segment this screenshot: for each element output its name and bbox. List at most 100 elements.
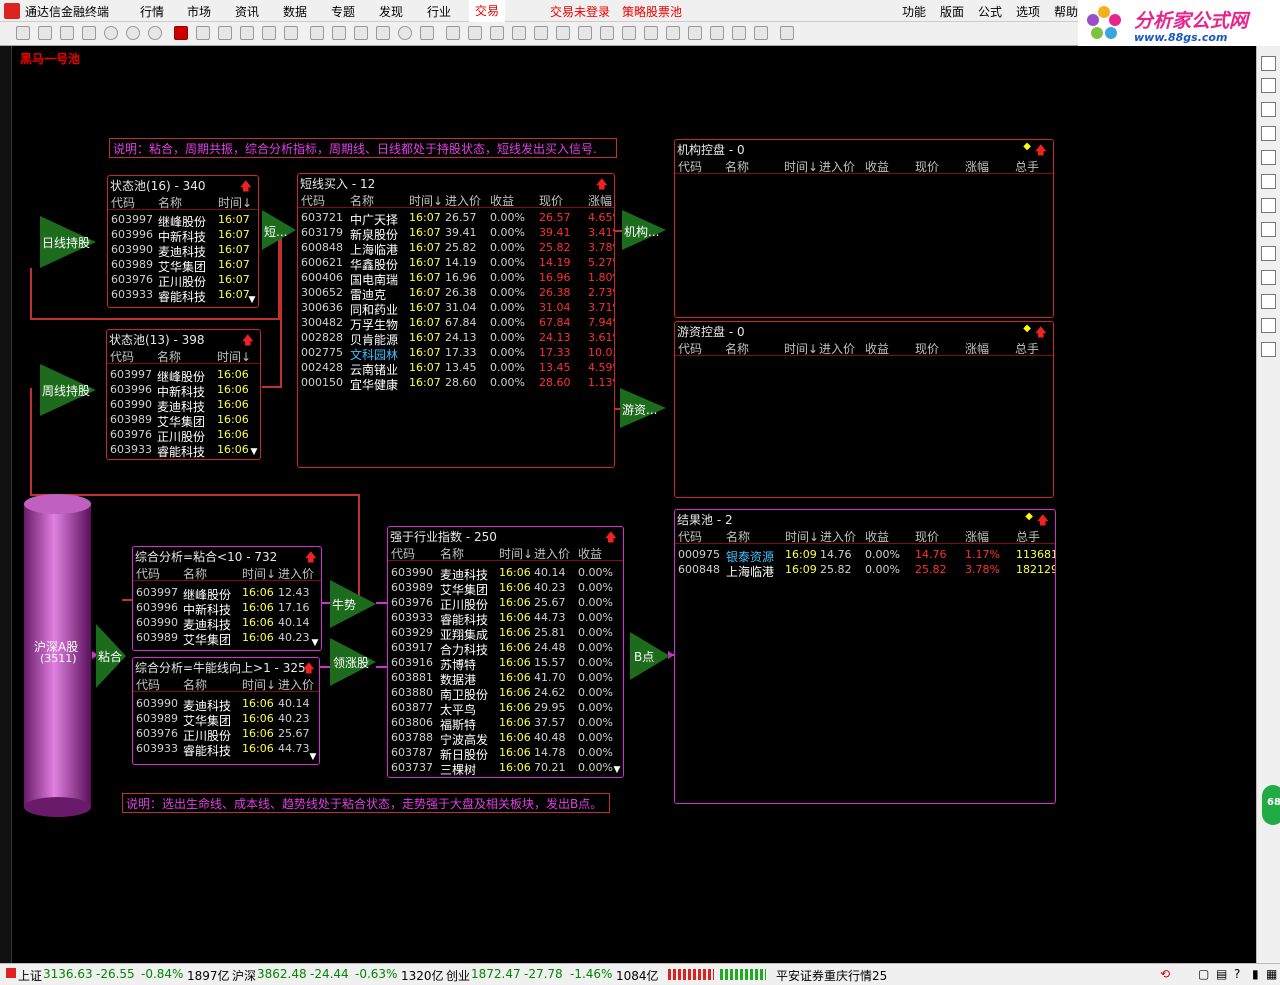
col-entry-price[interactable]: 进入价 [820, 528, 856, 545]
col-entry-price[interactable]: 进入价 [278, 565, 314, 582]
table-row[interactable]: 603976 正川股份 16:06 [107, 428, 260, 444]
tool-copy-icon[interactable] [446, 26, 460, 40]
table-row[interactable]: 300482万孚生物16:0767.840.00%67.847.94% [298, 316, 614, 332]
col-code[interactable]: 代码 [678, 528, 702, 545]
table-row[interactable]: 603880 南卫股份 16:06 24.62 0.00% [388, 686, 623, 702]
table-row[interactable]: 600848 上海临港 16:09 25.82 0.00% 25.82 3.78% 18212… [675, 563, 1055, 579]
side-list-icon[interactable] [1261, 102, 1276, 117]
col-code[interactable]: 代码 [136, 565, 160, 582]
tool-align-left-icon[interactable] [556, 26, 570, 40]
menu-function[interactable]: 功能 [902, 3, 926, 20]
table-row[interactable]: 603877 太平鸟 16:06 29.95 0.00% [388, 701, 623, 717]
table-row[interactable]: 603976 正川股份 16:06 25.67 [133, 727, 319, 743]
table-row[interactable]: 603989 艾华集团 16:06 40.23 [133, 631, 321, 647]
notification-badge[interactable]: 68 [1262, 785, 1280, 825]
menu-trade[interactable]: 交易 [469, 0, 506, 22]
table-row[interactable]: 603787 新日股份 16:06 14.78 0.00% [388, 746, 623, 762]
diamond-icon[interactable]: ◆ [1023, 323, 1031, 334]
tool-distribute-v-icon[interactable] [710, 26, 724, 40]
col-change[interactable]: 涨幅 [965, 528, 989, 545]
table-row[interactable]: 600848上海临港16:0725.820.00%25.823.78% [298, 241, 614, 257]
col-time[interactable]: 时间↓ [785, 528, 819, 545]
col-time[interactable]: 时间↓ [784, 340, 818, 357]
hs-label[interactable]: 沪深 [232, 967, 256, 984]
table-row[interactable]: 603917 合力科技 16:06 24.48 0.00% [388, 641, 623, 657]
table-row[interactable]: 000975 银泰资源 16:09 14.76 0.00% 14.76 1.17% 11368… [675, 548, 1055, 564]
tool-same-width-icon[interactable] [732, 26, 746, 40]
side-grid-icon[interactable] [1261, 126, 1276, 141]
tool-linewidth-icon[interactable] [534, 26, 548, 40]
col-entry-price[interactable]: 进入价 [534, 545, 570, 562]
col-price[interactable]: 现价 [915, 528, 939, 545]
tool-pointer-icon[interactable] [174, 26, 188, 40]
tool-diamond-icon[interactable] [420, 26, 434, 40]
col-entry-price[interactable]: 进入价 [445, 192, 481, 209]
table-row[interactable]: 603990 麦迪科技 16:06 40.14 [133, 616, 321, 632]
col-name[interactable]: 名称 [725, 158, 749, 175]
panel-composite-bull[interactable]: 综合分析=牛能线向上>1 - 325 🡅 代码 名称 时间↓ 进入价 ▼ 603… [132, 657, 320, 765]
menu-quotes[interactable]: 行情 [140, 3, 164, 20]
table-row[interactable]: 002775文科园林16:0717.330.00%17.3310.03% [298, 346, 614, 362]
panel-short-buy[interactable]: 短线买入 - 12 🡅 代码 名称 时间↓ 进入价 收益 现价 涨幅 60372… [297, 173, 615, 468]
col-time[interactable]: 时间↓ [409, 192, 443, 209]
tool-pause-icon[interactable] [126, 26, 140, 40]
table-row[interactable]: 603989 艾华集团 16:06 40.23 [133, 712, 319, 728]
col-change[interactable]: 涨幅 [965, 340, 989, 357]
table-row[interactable]: 300652雷迪克16:0726.380.00%26.382.73% [298, 286, 614, 302]
col-name[interactable]: 名称 [725, 340, 749, 357]
broker-name[interactable]: 平安证券重庆行情25 [776, 967, 887, 984]
side-download-icon[interactable] [1261, 78, 1276, 93]
menu-discover[interactable]: 发现 [379, 3, 403, 20]
table-row[interactable]: 603997 继峰股份 16:06 12.43 [133, 586, 321, 602]
side-settings-icon[interactable] [1261, 342, 1276, 357]
table-row[interactable]: 603989 艾华集团 16:06 [107, 413, 260, 429]
side-fund-icon[interactable] [1261, 270, 1276, 285]
col-profit[interactable]: 收益 [865, 340, 889, 357]
tool-distribute-h-icon[interactable] [688, 26, 702, 40]
cy-label[interactable]: 创业 [446, 967, 470, 984]
tool-open-icon[interactable] [38, 26, 52, 40]
col-name[interactable]: 名称 [183, 676, 207, 693]
tool-play-icon[interactable] [104, 26, 118, 40]
panel-state-pool-16[interactable]: 状态池(16) - 340 🡅 代码 名称 时间↓ ▼ 603997 继峰股份 16… [107, 175, 259, 308]
table-row[interactable]: 603997 继峰股份 16:07 [108, 213, 258, 229]
col-code[interactable]: 代码 [391, 545, 415, 562]
menu-market[interactable]: 市场 [187, 3, 211, 20]
col-price[interactable]: 现价 [915, 340, 939, 357]
trade-login-link[interactable]: 交易未登录 [550, 3, 610, 20]
tool-link-icon[interactable] [284, 26, 298, 40]
table-row[interactable]: 603737 三棵树 16:06 70.21 0.00% [388, 761, 623, 777]
tool-ellipse-icon[interactable] [398, 26, 412, 40]
col-time[interactable]: 时间↓ [499, 545, 533, 562]
tool-line-icon[interactable] [332, 26, 346, 40]
refresh-icon[interactable]: ⟲ [1160, 967, 1170, 981]
col-code[interactable]: 代码 [678, 340, 702, 357]
tool-shape3-icon[interactable] [240, 26, 254, 40]
panel-hot-money-control[interactable]: 游资控盘 - 0 ◆ 🡅 代码 名称 时间↓ 进入价 收益 现价 涨幅 总手 [674, 321, 1054, 498]
tool-delete-icon[interactable] [82, 26, 96, 40]
col-volume[interactable]: 总手 [1015, 340, 1039, 357]
table-row[interactable]: 603997 继峰股份 16:06 [107, 368, 260, 384]
tool-roundrect-icon[interactable] [376, 26, 390, 40]
table-row[interactable]: 603996 中新科技 16:06 [107, 383, 260, 399]
col-price[interactable]: 现价 [915, 158, 939, 175]
strategy-canvas[interactable]: 黑马一号池 说明：粘合，周期共振，综合分析指标，周期线、日线都处于持股状态，短线… [12, 46, 1256, 963]
col-time[interactable]: 时间↓ [218, 194, 252, 211]
tool-grid-icon[interactable] [780, 26, 794, 40]
tool-align-top-icon[interactable] [622, 26, 636, 40]
table-row[interactable]: 603916 苏博特 16:06 15.57 0.00% [388, 656, 623, 672]
col-time[interactable]: 时间↓ [242, 565, 276, 582]
table-row[interactable]: 603933 睿能科技 16:06 [107, 443, 260, 459]
col-name[interactable]: 名称 [440, 545, 464, 562]
side-table-icon[interactable] [1261, 198, 1276, 213]
col-code[interactable]: 代码 [136, 676, 160, 693]
table-row[interactable]: 603976 正川股份 16:06 25.67 0.00% [388, 596, 623, 612]
table-row[interactable]: 603933 睿能科技 16:06 44.73 0.00% [388, 611, 623, 627]
col-price[interactable]: 现价 [539, 192, 563, 209]
tool-align-right-icon[interactable] [600, 26, 614, 40]
strategy-pool-link[interactable]: 策略股票池 [622, 3, 682, 20]
diamond-icon[interactable]: ◆ [1023, 141, 1031, 152]
table-row[interactable]: 002828贝肯能源16:0724.130.00%24.133.61% [298, 331, 614, 347]
table-row[interactable]: 000150 宜华健康 16:07 28.60 0.00% 28.60 1.13% [298, 376, 614, 392]
table-row[interactable]: 603806 福斯特 16:06 37.57 0.00% [388, 716, 623, 732]
